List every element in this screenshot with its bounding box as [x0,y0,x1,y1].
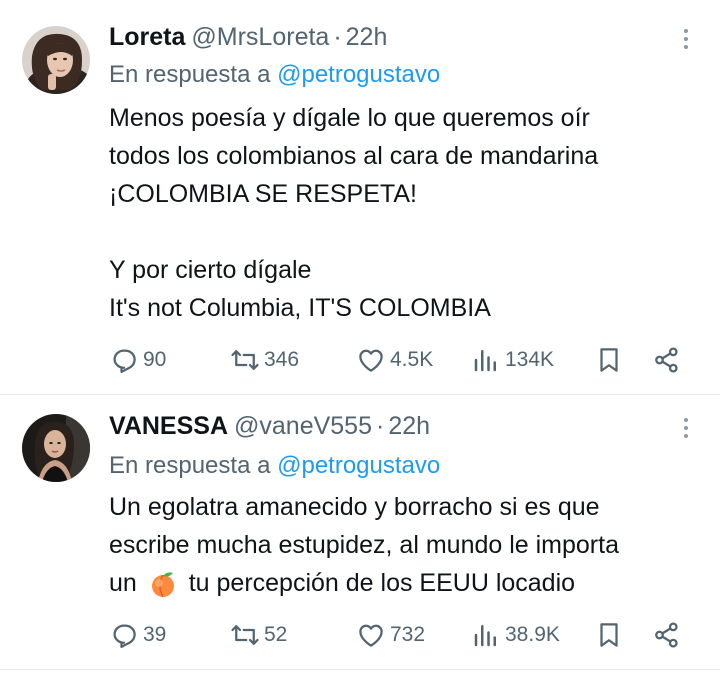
user-handle[interactable]: @vaneV555 [234,412,372,441]
reply-icon [113,624,136,648]
peach-emoji [151,572,174,598]
retweet-count: 52 [264,623,288,646]
heart-icon [359,349,383,372]
action-bar: 90 346 4.5K 134K [109,342,689,378]
text-line: Y por cierto dígale [109,256,312,284]
share-button[interactable] [652,342,682,378]
display-name[interactable]: VANESSA [109,412,228,441]
views-button[interactable]: 134K [471,342,554,378]
like-count: 4.5K [390,348,434,371]
heart-icon [359,624,383,647]
retweet-button[interactable]: 346 [230,342,299,378]
action-bar: 39 52 732 38.9K [109,617,689,653]
share-icon [655,622,678,648]
retweet-icon [231,350,259,370]
display-name[interactable]: Loreta [109,23,185,52]
user-handle[interactable]: @MrsLoreta [191,23,329,52]
reply-icon [113,349,136,373]
tweet[interactable]: VANESSA @vaneV555 · 22h En respuesta a @… [0,395,720,670]
separator: · [376,411,385,440]
retweet-icon [231,625,259,645]
reply-count: 90 [143,348,167,371]
tweet[interactable]: Loreta @MrsLoreta · 22h En respuesta a @… [0,0,720,395]
tweet-text: Menos poesía y dígale lo que queremos oí… [109,99,709,327]
share-button[interactable] [652,617,682,653]
reply-context: En respuesta a @petrogustavo [109,61,440,89]
reply-prefix: En respuesta a [109,61,271,88]
more-icon[interactable] [676,413,696,443]
text-line: Menos poesía y dígale lo que queremos oí… [109,104,590,132]
reply-context: En respuesta a @petrogustavo [109,452,440,480]
views-icon [474,350,496,372]
like-button[interactable]: 732 [356,617,425,653]
reply-button[interactable]: 90 [109,342,166,378]
like-button[interactable]: 4.5K [356,342,433,378]
text-line: Un egolatra amanecido y borracho si es q… [109,493,600,521]
timestamp[interactable]: 22h [346,23,388,52]
avatar[interactable] [22,26,90,94]
tweet-header: VANESSA @vaneV555 · 22h [109,410,430,442]
text-line: un tu percepción de los EEUU locadio [109,564,709,602]
reply-button[interactable]: 39 [109,617,166,653]
mention-link[interactable]: @petrogustavo [277,61,440,88]
text-line: ¡COLOMBIA SE RESPETA! [109,180,417,208]
retweet-count: 346 [264,348,300,371]
text-line: It's not Columbia, IT'S COLOMBIA [109,294,491,322]
share-icon [655,347,678,373]
reply-prefix: En respuesta a [109,452,271,479]
reply-count: 39 [143,623,167,646]
more-icon[interactable] [676,24,696,54]
views-button[interactable]: 38.9K [471,617,560,653]
tweet-header: Loreta @MrsLoreta · 22h [109,21,387,53]
views-count: 38.9K [505,623,560,646]
bookmark-icon [600,348,618,372]
retweet-button[interactable]: 52 [230,617,287,653]
bookmark-button[interactable] [594,617,624,653]
views-icon [474,625,496,647]
text-line: escribe mucha estupidez, al mundo le imp… [109,531,619,559]
tweet-text: Un egolatra amanecido y borracho si es q… [109,488,709,602]
timestamp[interactable]: 22h [388,412,430,441]
bookmark-icon [600,623,618,647]
like-count: 732 [390,623,426,646]
bookmark-button[interactable] [594,342,624,378]
mention-link[interactable]: @petrogustavo [277,452,440,479]
text-line: todos los colombianos al cara de mandari… [109,142,599,170]
avatar[interactable] [22,414,90,482]
text-fragment: un [109,569,137,597]
text-fragment: tu percepción de los EEUU locadio [188,569,576,597]
views-count: 134K [505,348,555,371]
separator: · [333,22,342,51]
